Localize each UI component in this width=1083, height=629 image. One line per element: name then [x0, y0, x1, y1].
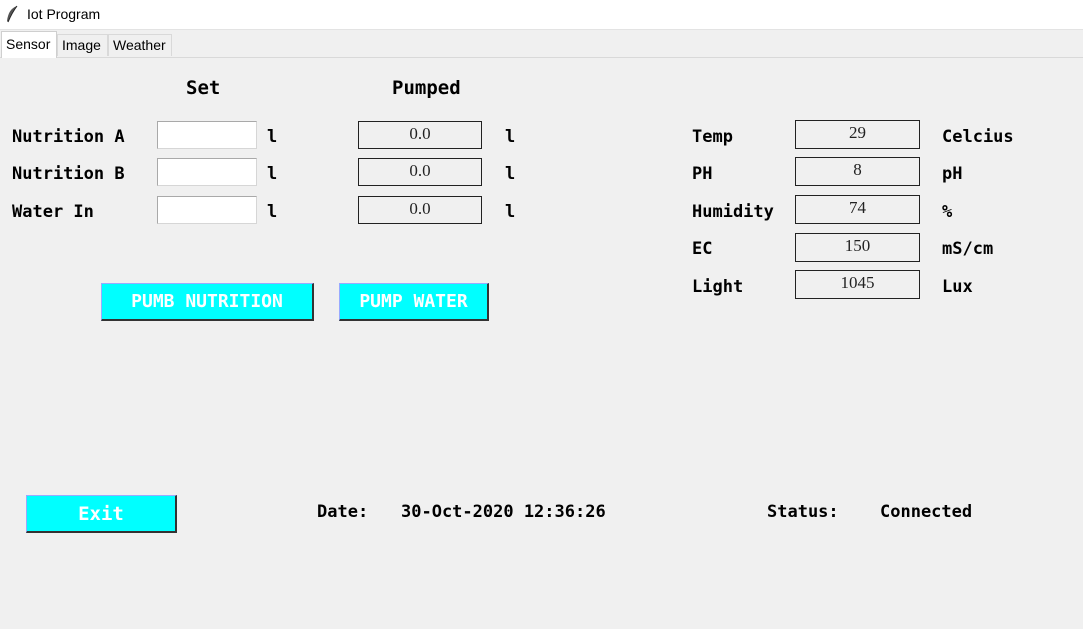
nutrition-a-pumped-value: 0.0	[358, 121, 482, 149]
humidity-value: 74	[795, 195, 920, 224]
date-value: 30-Oct-2020 12:36:26	[401, 502, 606, 522]
nutrition-a-pumped-unit: l	[505, 127, 516, 147]
nutrition-b-pumped-value: 0.0	[358, 158, 482, 186]
humidity-unit: %	[942, 202, 953, 222]
status-value: Connected	[880, 502, 973, 522]
nutrition-a-label: Nutrition A	[12, 127, 125, 147]
tab-bar: Sensor Image Weather	[0, 31, 1083, 58]
pump-nutrition-button[interactable]: PUMB NUTRITION	[101, 283, 314, 321]
ph-label: PH	[692, 164, 713, 184]
tab-image[interactable]: Image	[57, 34, 108, 56]
nutrition-b-set-unit: l	[267, 164, 278, 184]
date-label: Date:	[317, 502, 369, 522]
nutrition-b-label: Nutrition B	[12, 164, 125, 184]
water-in-pumped-value: 0.0	[358, 196, 482, 224]
ec-unit: mS/cm	[942, 239, 994, 259]
title-bar: Iot Program	[0, 0, 1083, 30]
window-title: Iot Program	[27, 6, 101, 22]
water-in-set-input[interactable]	[157, 196, 257, 224]
temp-label: Temp	[692, 127, 733, 147]
nutrition-a-set-input[interactable]	[157, 121, 257, 149]
tab-weather[interactable]: Weather	[108, 34, 172, 56]
light-unit: Lux	[942, 277, 973, 297]
water-in-set-unit: l	[267, 202, 278, 222]
set-column-header: Set	[186, 77, 221, 99]
pumped-column-header: Pumped	[392, 77, 461, 99]
ec-value: 150	[795, 233, 920, 262]
water-in-pumped-unit: l	[505, 202, 516, 222]
tab-sensor[interactable]: Sensor	[1, 31, 57, 58]
humidity-label: Humidity	[692, 202, 774, 222]
nutrition-a-set-unit: l	[267, 127, 278, 147]
temp-unit: Celcius	[942, 127, 1014, 147]
nutrition-b-pumped-unit: l	[505, 164, 516, 184]
light-label: Light	[692, 277, 744, 297]
ph-unit: pH	[942, 164, 963, 184]
light-value: 1045	[795, 270, 920, 299]
exit-button[interactable]: Exit	[26, 495, 177, 533]
pump-water-button[interactable]: PUMP WATER	[339, 283, 489, 321]
ph-value: 8	[795, 157, 920, 186]
feather-icon	[7, 5, 18, 23]
water-in-label: Water In	[12, 202, 94, 222]
status-label: Status:	[767, 502, 839, 522]
nutrition-b-set-input[interactable]	[157, 158, 257, 186]
temp-value: 29	[795, 120, 920, 149]
ec-label: EC	[692, 239, 713, 259]
